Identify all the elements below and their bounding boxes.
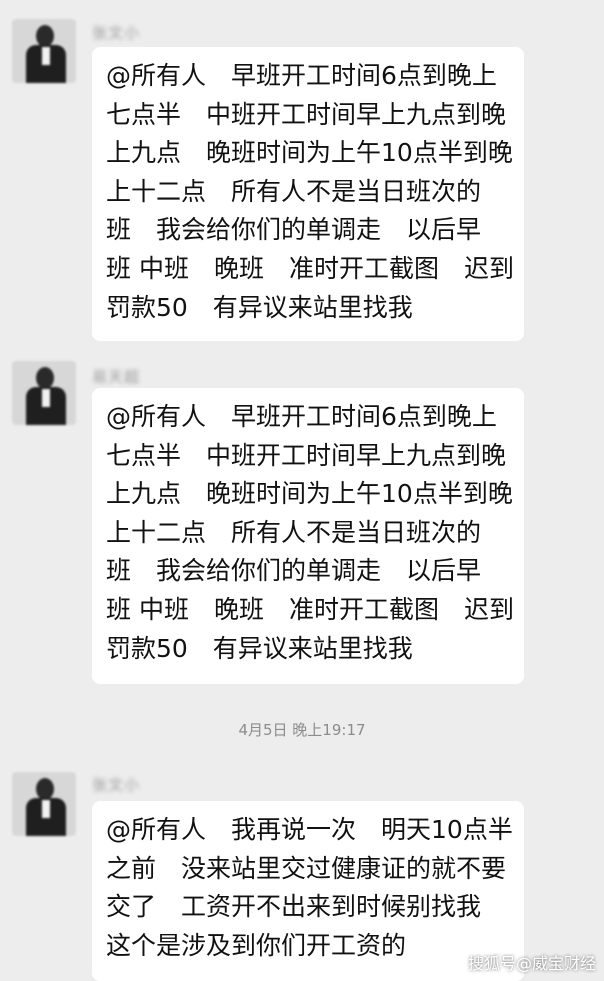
sender-name: 易天超 — [92, 368, 141, 386]
sender-name: 张文小 — [92, 776, 141, 794]
message-line: 七点半 中班开工时间早上九点到晚 — [106, 99, 507, 129]
message-line: 罚款50 有异议来站里找我 — [106, 633, 413, 663]
avatar[interactable] — [12, 19, 76, 83]
message-line: 七点半 中班开工时间早上九点到晚 — [106, 440, 507, 470]
message-line: 上十二点 所有人不是当日班次的 — [106, 176, 482, 206]
message-bubble[interactable]: @所有人 我再说一次 明天10点半 之前 没来站里交过健康证的就不要 交了 工资… — [92, 801, 524, 981]
message-line: 班 我会给你们的单调走 以后早 — [106, 215, 482, 245]
message-line: 上九点 晚班时间为上午10点半到晚 — [106, 479, 513, 509]
message-bubble[interactable]: @所有人 早班开工时间6点到晚上 七点半 中班开工时间早上九点到晚 上九点 晚班… — [92, 388, 524, 684]
message-line: @所有人 早班开工时间6点到晚上 — [106, 402, 497, 431]
sender-name: 张文小 — [92, 24, 141, 42]
message-line: @所有人 我再说一次 明天10点半 — [106, 815, 513, 844]
message-line: 交了 工资开不出来到时候别找我 — [106, 892, 482, 922]
message-line: 班 中班 晚班 准时开工截图 迟到 — [106, 594, 514, 624]
message-bubble[interactable]: @所有人 早班开工时间6点到晚上 七点半 中班开工时间早上九点到晚 上九点 晚班… — [92, 47, 524, 341]
watermark: 搜狐号@威宝财经 — [467, 954, 596, 973]
message-line: @所有人 早班开工时间6点到晚上 — [106, 61, 497, 90]
message-line: 上九点 晚班时间为上午10点半到晚 — [106, 138, 513, 168]
message-line: 班 我会给你们的单调走 以后早 — [106, 556, 482, 586]
message-line: 班 中班 晚班 准时开工截图 迟到 — [106, 253, 514, 283]
message-line: 之前 没来站里交过健康证的就不要 — [106, 853, 507, 883]
avatar[interactable] — [12, 772, 76, 836]
message-line: 这个是涉及到你们开工资的 — [106, 930, 407, 960]
message-line: 上十二点 所有人不是当日班次的 — [106, 517, 482, 547]
message-line: 罚款50 有异议来站里找我 — [106, 292, 413, 322]
avatar[interactable] — [12, 361, 76, 425]
timestamp: 4月5日 晚上19:17 — [238, 721, 366, 739]
